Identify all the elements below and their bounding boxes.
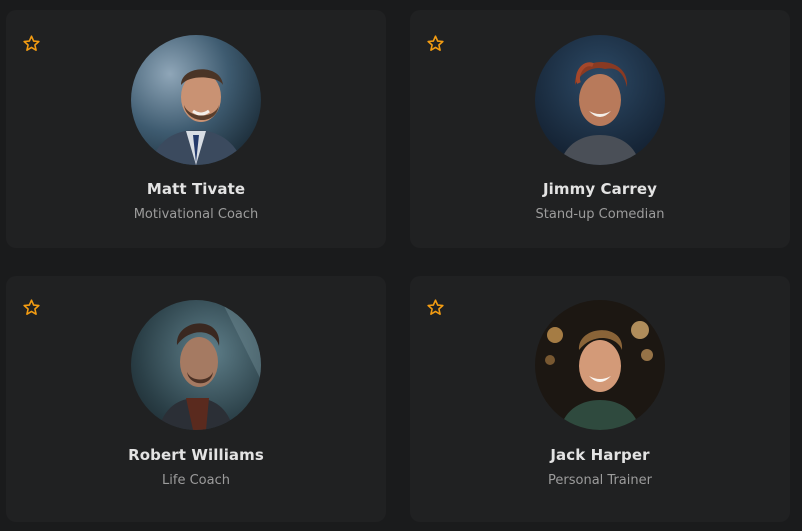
avatar[interactable] (131, 300, 261, 430)
favorite-star-icon[interactable] (426, 34, 445, 53)
avatar[interactable] (535, 35, 665, 165)
profile-card[interactable]: Jack Harper Personal Trainer (410, 276, 790, 522)
profile-role: Stand-up Comedian (535, 207, 665, 222)
avatar[interactable] (535, 300, 665, 430)
favorite-star-icon[interactable] (426, 298, 445, 317)
profile-role: Life Coach (162, 473, 230, 488)
profile-name: Jimmy Carrey (542, 180, 658, 198)
profile-name: Jack Harper (550, 446, 650, 464)
profile-role: Motivational Coach (133, 207, 259, 222)
favorite-star-icon[interactable] (22, 34, 41, 53)
profile-card[interactable]: Robert Williams Life Coach (6, 276, 386, 522)
avatar[interactable] (131, 35, 261, 165)
favorite-star-icon[interactable] (22, 298, 41, 317)
profile-card[interactable]: Jimmy Carrey Stand-up Comedian (410, 10, 790, 248)
profile-card[interactable]: Matt Tivate Motivational Coach (6, 10, 386, 248)
profile-grid: Matt Tivate Motivational Coach Jimmy Car… (0, 0, 802, 531)
profile-name: Robert Williams (128, 446, 264, 464)
profile-role: Personal Trainer (548, 473, 652, 488)
profile-name: Matt Tivate (146, 180, 246, 198)
